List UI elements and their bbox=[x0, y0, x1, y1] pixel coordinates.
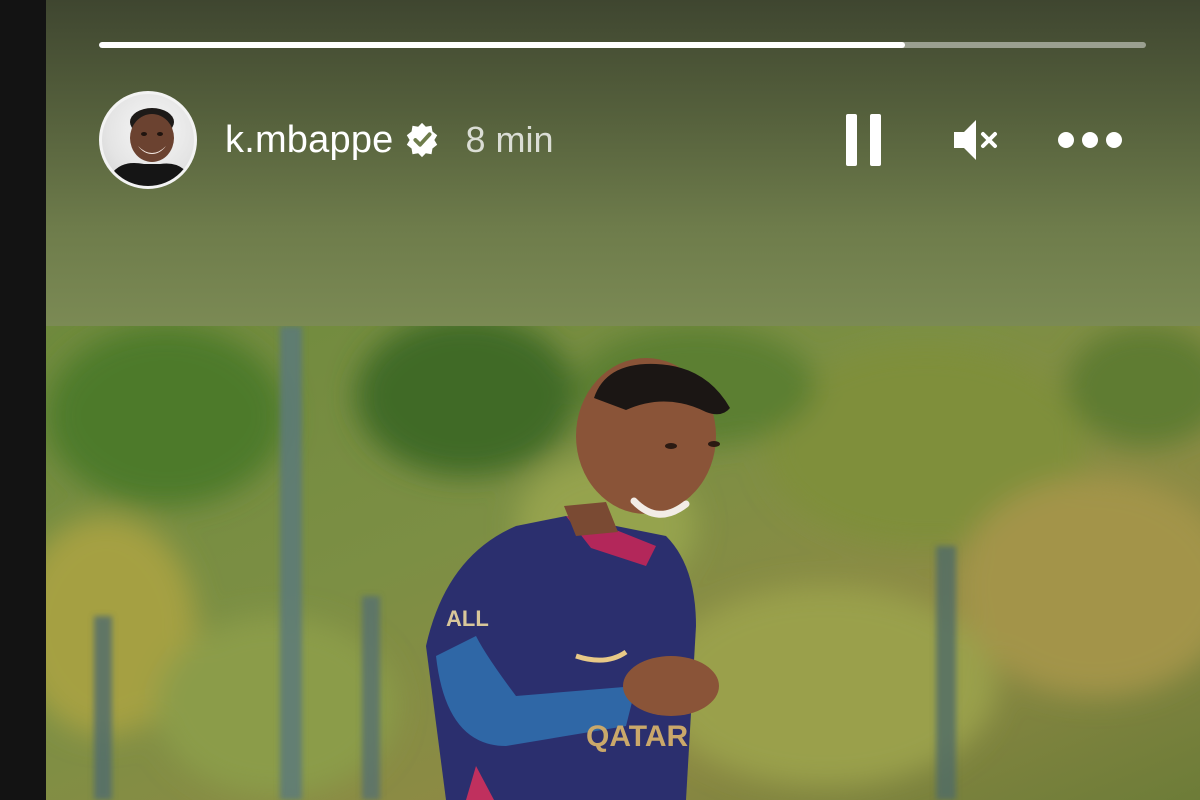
avatar[interactable] bbox=[99, 91, 197, 189]
more-horizontal-icon bbox=[1058, 132, 1122, 148]
instagram-story-viewer: k.mbappe 8 min ALL QATAR bbox=[0, 0, 1200, 800]
story-progress-bar bbox=[99, 42, 1146, 48]
story-header: k.mbappe 8 min bbox=[99, 88, 1146, 192]
pause-button[interactable] bbox=[834, 110, 894, 170]
verified-badge-icon bbox=[407, 122, 438, 158]
more-options-button[interactable] bbox=[1054, 110, 1126, 170]
post-time: 8 min bbox=[465, 119, 554, 160]
jersey-logo: ALL bbox=[446, 606, 489, 631]
mute-button[interactable] bbox=[946, 110, 1006, 170]
left-sidebar-edge bbox=[0, 0, 46, 800]
jersey-sponsor: QATAR bbox=[586, 720, 689, 753]
story-progress-fill bbox=[99, 42, 906, 48]
story-frame[interactable]: k.mbappe 8 min ALL QATAR bbox=[46, 0, 1200, 800]
story-controls bbox=[834, 110, 1146, 170]
story-photo: ALL QATAR bbox=[46, 326, 1200, 800]
pause-icon bbox=[846, 114, 881, 166]
username[interactable]: k.mbappe bbox=[225, 119, 393, 162]
speaker-muted-icon bbox=[954, 120, 997, 160]
